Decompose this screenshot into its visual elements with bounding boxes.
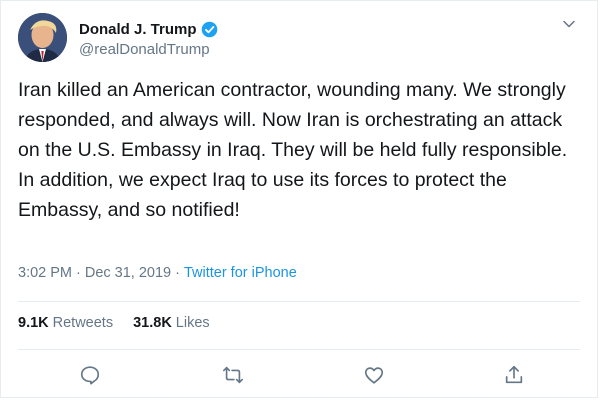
tweet-card: Donald J. Trump @realDonaldTrump Iran ki… — [0, 0, 598, 398]
retweet-icon — [223, 366, 243, 384]
tweet-text: Iran killed an American contractor, woun… — [18, 79, 568, 221]
tweet-source-link[interactable]: Twitter for iPhone — [184, 265, 297, 281]
user-handle[interactable]: @realDonaldTrump — [79, 41, 218, 58]
avatar-image — [18, 13, 67, 62]
tweet-stats: 9.1K Retweets 31.8K Likes — [18, 315, 230, 331]
likes-stat[interactable]: 31.8K Likes — [133, 315, 210, 331]
tweet-header: Donald J. Trump @realDonaldTrump — [18, 13, 580, 63]
divider — [18, 301, 580, 302]
meta-separator-2: · — [175, 265, 180, 281]
display-name[interactable]: Donald J. Trump — [79, 21, 197, 38]
retweets-label: Retweets — [52, 315, 114, 331]
meta-separator: · — [76, 265, 81, 281]
like-icon — [364, 367, 384, 384]
reply-button[interactable] — [79, 364, 101, 386]
avatar[interactable] — [18, 13, 67, 62]
share-icon — [505, 365, 523, 384]
chevron-down-icon[interactable] — [562, 17, 576, 31]
verified-badge-icon — [201, 21, 218, 38]
divider — [18, 349, 580, 350]
display-name-row: Donald J. Trump — [79, 19, 218, 39]
tweet-meta: 3:02 PM · Dec 31, 2019 · Twitter for iPh… — [18, 265, 297, 281]
tweet-date[interactable]: Dec 31, 2019 — [85, 265, 171, 281]
reply-icon — [80, 366, 100, 385]
retweets-count: 9.1K — [18, 315, 49, 331]
likes-count: 31.8K — [133, 315, 172, 331]
action-bar — [1, 361, 597, 391]
like-button[interactable] — [363, 364, 385, 386]
retweet-button[interactable] — [222, 364, 244, 386]
tweet-time[interactable]: 3:02 PM — [18, 265, 72, 281]
likes-label: Likes — [175, 315, 210, 331]
retweets-stat[interactable]: 9.1K Retweets — [18, 315, 113, 331]
share-button[interactable] — [503, 364, 525, 386]
user-block: Donald J. Trump @realDonaldTrump — [79, 19, 218, 58]
